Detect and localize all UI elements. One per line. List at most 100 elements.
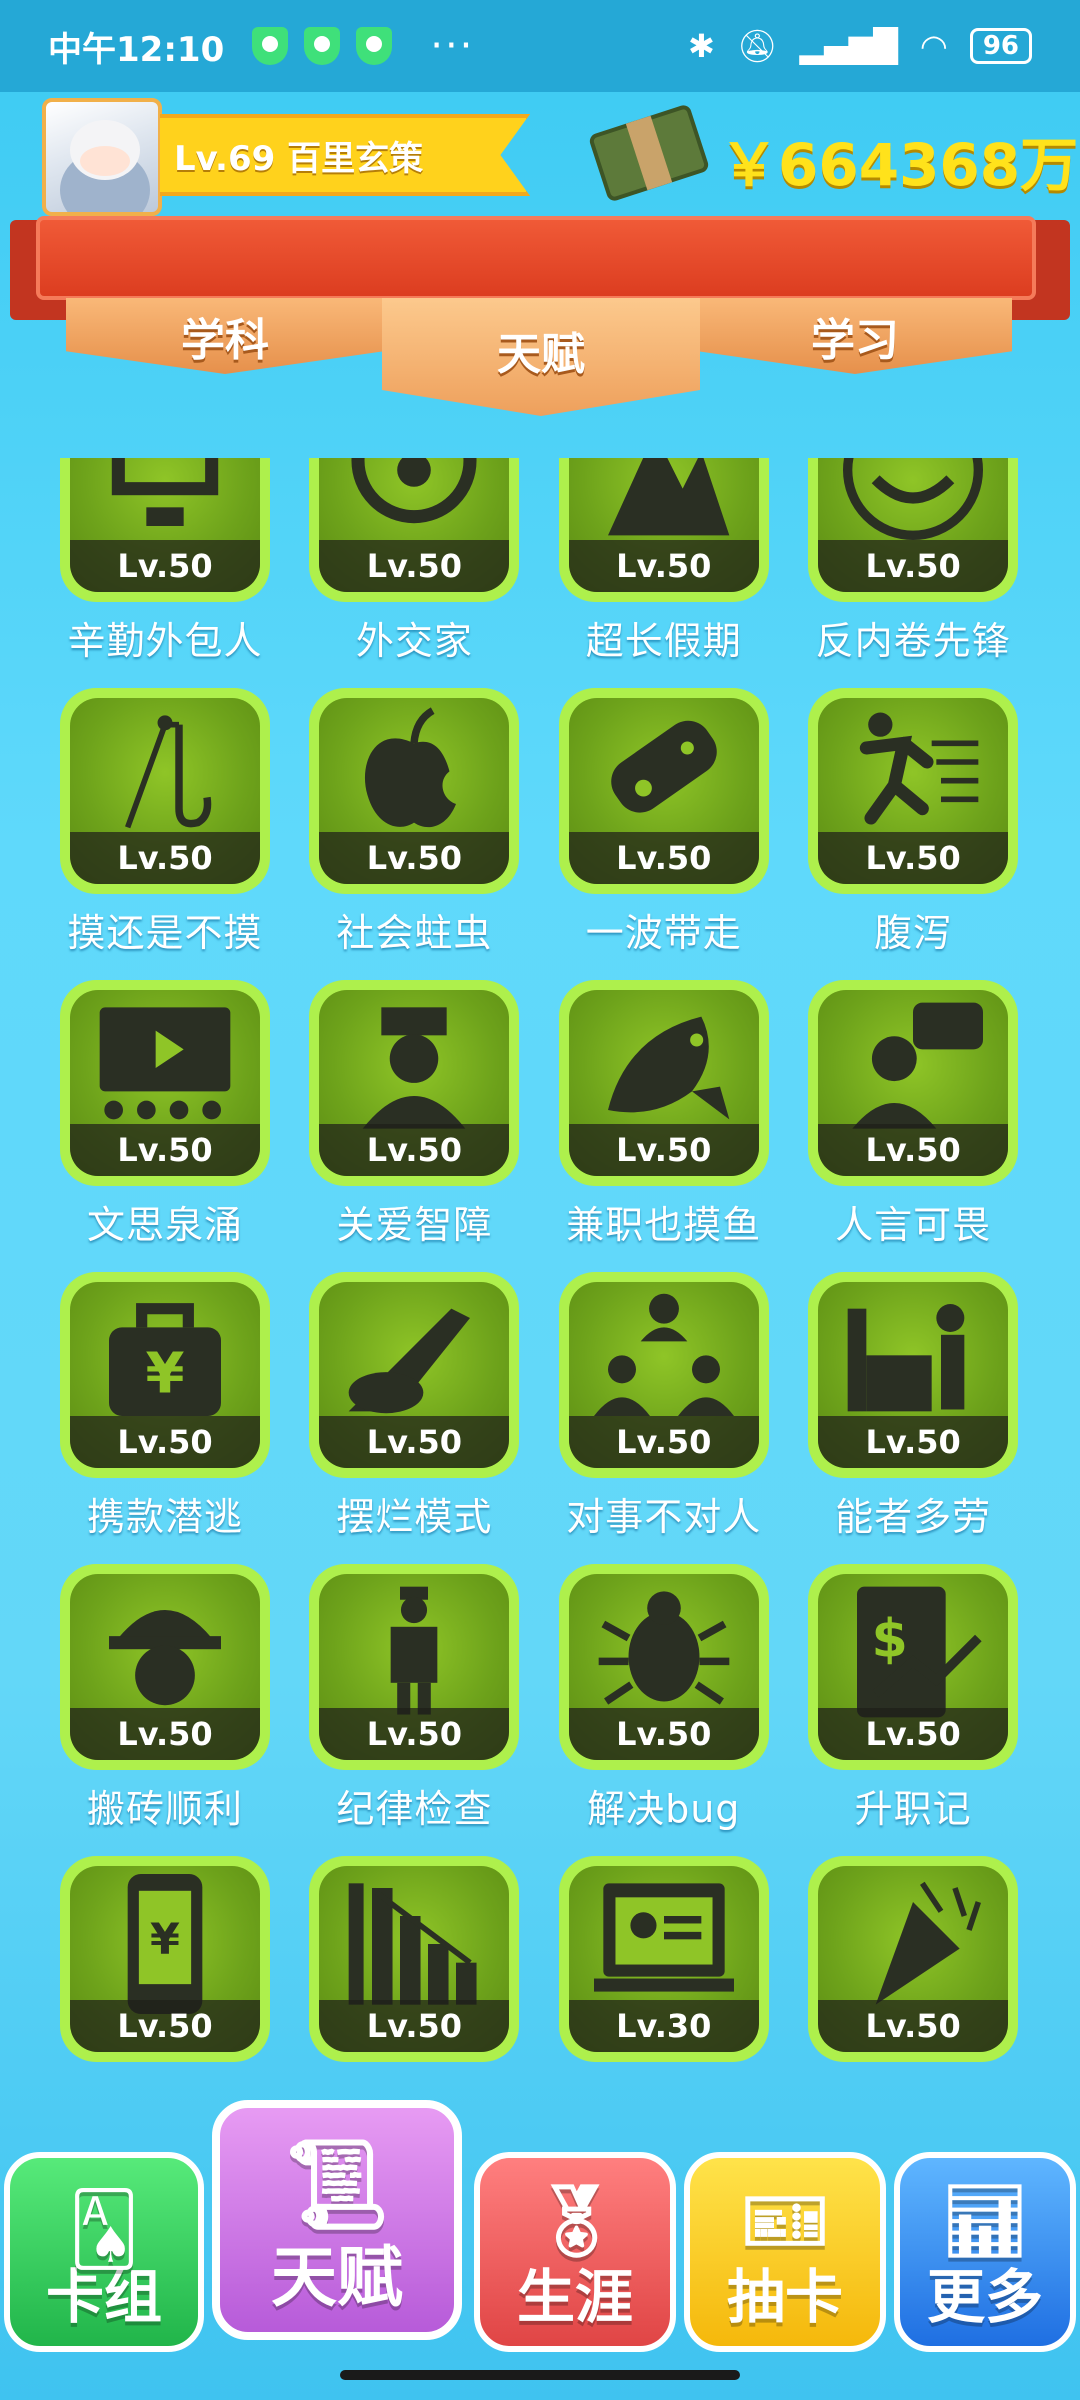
talent-icon-bg: $ Lv.50	[818, 1574, 1009, 1760]
talent-name: 人言可畏	[835, 1203, 992, 1247]
talent-level: Lv.50	[818, 1708, 1009, 1760]
talent-name: 摸还是不摸	[67, 911, 263, 955]
worker-desk-icon	[847, 1304, 965, 1412]
talent-icon-bg: Lv.50	[818, 1282, 1009, 1468]
talent-card[interactable]: ¥ Lv.50 携款潜逃	[60, 1272, 270, 1541]
talent-icon-frame: Lv.50	[808, 1856, 1019, 2062]
talent-icon-bg: Lv.50	[319, 990, 510, 1176]
talent-card[interactable]: Lv.50 能者多劳	[808, 1272, 1019, 1541]
talent-icon-frame: Lv.50	[60, 458, 270, 602]
nav-more-button[interactable]: 📊︎ 更多	[894, 2152, 1076, 2352]
signal-icon: ▂▄▆█	[799, 27, 898, 65]
talent-icon-frame: Lv.50	[309, 458, 520, 602]
talent-card[interactable]: Lv.50 辛勤外包人	[60, 458, 270, 665]
home-indicator[interactable]	[340, 2370, 740, 2380]
team-icon	[593, 1293, 734, 1416]
header-banner-inner	[36, 216, 1036, 300]
talent-card[interactable]: ¥ Lv.50 常规加薪	[60, 1856, 270, 2070]
talent-card[interactable]: Lv.50 超长假期	[558, 458, 769, 665]
talent-card[interactable]: Lv.50 腹泻	[808, 688, 1019, 957]
falling-chart-icon	[349, 1883, 477, 2005]
talent-icon-bg: Lv.50	[818, 990, 1009, 1176]
talent-card[interactable]: Lv.50 摆烂模式	[309, 1272, 520, 1541]
talent-name: 纪律检查	[336, 1787, 493, 1831]
talent-card[interactable]: Lv.50 人言可畏	[808, 980, 1019, 1249]
talent-icon-bg: Lv.50	[319, 1282, 510, 1468]
bottom-nav: 🂡 卡组 🏅︎ 生涯 🎫︎ 抽卡 📊︎ 更多 📜︎ 天赋	[0, 2100, 1080, 2400]
player-level-banner[interactable]: Lv.69 百里玄策	[160, 114, 530, 196]
talent-card[interactable]: Lv.50 社会蛀虫	[309, 688, 520, 957]
cash-stack-icon	[587, 103, 711, 203]
talent-card[interactable]: Lv.50 对事不对人	[558, 1272, 769, 1541]
talent-icon-frame: Lv.50	[60, 980, 270, 1186]
talent-card[interactable]: Lv.30 职业生涯	[558, 1856, 769, 2070]
tab-study[interactable]: 学习	[698, 298, 1012, 374]
talent-card[interactable]: Lv.50 纪律检查	[309, 1564, 520, 1833]
talent-icon-frame: Lv.50	[309, 980, 520, 1186]
talent-name: 超长假期	[585, 619, 742, 663]
nav-career-button[interactable]: 🏅︎ 生涯	[474, 2152, 676, 2352]
talent-name: 社会蛀虫	[336, 911, 493, 955]
avatar[interactable]	[42, 98, 162, 216]
tab-label: 学习	[811, 315, 899, 366]
talent-level: Lv.50	[70, 832, 260, 884]
talent-name: 解决bug	[587, 1787, 741, 1831]
bluetooth-icon: ✱	[688, 27, 715, 65]
bug-icon	[598, 1591, 730, 1705]
talent-icon-bg: Lv.50	[568, 1282, 759, 1468]
status-time: 中午12:10	[48, 29, 225, 70]
nav-cards-button[interactable]: 🂡 卡组	[4, 2152, 204, 2352]
talent-card[interactable]: Lv.50 文思泉涌	[60, 980, 270, 1249]
talent-icon-frame: Lv.50	[60, 1564, 270, 1770]
talent-card[interactable]: Lv.50 解决bug	[558, 1564, 769, 1833]
talent-icon-frame: Lv.50	[808, 688, 1019, 894]
talent-level: Lv.50	[70, 1124, 260, 1176]
talent-card[interactable]: Lv.50 反内卷先锋	[808, 458, 1019, 665]
talent-icon-bg: Lv.50	[818, 698, 1009, 884]
talent-card[interactable]: Lv.50 兼职也摸鱼	[558, 980, 769, 1249]
talent-level: Lv.50	[70, 540, 260, 592]
nav-talent-button[interactable]: 📜︎ 天赋	[212, 2100, 462, 2340]
talent-icon-bg: Lv.50	[568, 1574, 759, 1760]
talent-card[interactable]: Lv.50 搬砖顺利	[60, 1564, 270, 1833]
talent-card[interactable]: Lv.50 派对达人	[808, 1856, 1019, 2070]
talent-card[interactable]: Lv.50 外交家	[309, 458, 520, 665]
talent-name: 文思泉涌	[86, 1203, 243, 1247]
helmet-icon	[109, 1610, 221, 1706]
running-icon	[859, 712, 979, 825]
talent-icon-frame: Lv.50	[309, 1272, 520, 1478]
talent-level: Lv.50	[70, 1708, 260, 1760]
talent-level: Lv.50	[319, 1124, 510, 1176]
talent-level: Lv.30	[568, 2000, 759, 2052]
talent-name: 辛勤外包人	[67, 619, 263, 663]
talent-icon-frame: Lv.30	[558, 1856, 769, 2062]
money-bag-icon: ¥	[109, 1303, 221, 1416]
presentation-icon: 📊︎	[940, 2180, 1030, 2262]
svg-text:¥: ¥	[146, 1342, 185, 1407]
talent-card[interactable]: Lv.50 一波带走	[558, 688, 769, 957]
talent-icon-frame: ¥ Lv.50	[60, 1856, 270, 2062]
talent-level: Lv.50	[319, 1416, 510, 1468]
tab-bar: 学科 学习 天赋	[66, 298, 1012, 416]
talent-icon-bg: Lv.50	[70, 458, 260, 592]
talent-card[interactable]: Lv.50 关爱智障	[309, 980, 520, 1249]
talent-icon-bg: ¥ Lv.50	[70, 1282, 260, 1468]
video-player-icon	[99, 1007, 231, 1120]
talent-name: 能者多劳	[835, 1495, 992, 1539]
tab-subjects[interactable]: 学科	[66, 298, 384, 374]
talent-level: Lv.50	[818, 2000, 1009, 2052]
talent-card[interactable]: $ Lv.50 升职记	[808, 1564, 1019, 1833]
scroll-icon: 📜︎	[282, 2135, 392, 2235]
tab-talent[interactable]: 天赋	[382, 298, 700, 416]
nav-draw-button[interactable]: 🎫︎ 抽卡	[684, 2152, 886, 2352]
status-more-dots: ···	[430, 23, 475, 69]
mute-icon: 🔕︎	[736, 27, 778, 65]
talent-card[interactable]: Lv.50 摸还是不摸	[60, 688, 270, 957]
talent-name: 搬砖顺利	[86, 1787, 243, 1831]
svg-text:$: $	[872, 1609, 908, 1670]
talent-icon-frame: Lv.50	[808, 458, 1019, 602]
apple-icon	[365, 707, 457, 828]
officer-icon	[391, 1586, 438, 1715]
talent-card[interactable]: Lv.50 日常亏损	[309, 1856, 520, 2070]
talent-name: 关爱智障	[336, 1203, 493, 1247]
